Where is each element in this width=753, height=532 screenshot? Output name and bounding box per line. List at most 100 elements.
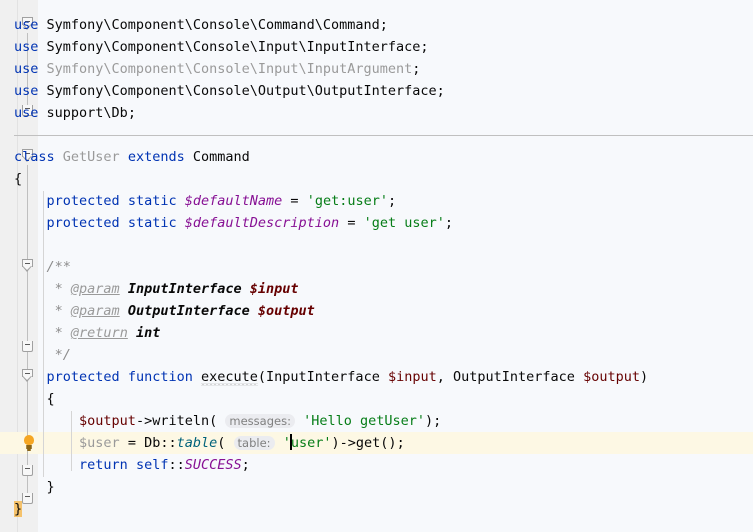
chain-arrow-operator: ->	[339, 435, 356, 451]
property-name: $defaultDescription	[184, 215, 340, 231]
param-variable: $output	[583, 369, 640, 385]
statement-terminator: ;	[387, 193, 397, 209]
code-line-docblock-param-input[interactable]: * @param InputInterface $input	[0, 278, 753, 300]
docblock-star: *	[54, 325, 63, 341]
paren-close: )	[425, 413, 434, 429]
assign-operator: =	[347, 215, 356, 231]
brace-close: }	[46, 479, 55, 495]
modifier-static: static	[127, 215, 177, 231]
paren-open: (	[257, 369, 267, 385]
paren-open: (	[217, 435, 226, 451]
docblock-variable: $output	[257, 303, 315, 319]
scope-resolution-operator: ::	[168, 457, 185, 473]
brace-close-highlighted: }	[14, 501, 23, 517]
arrow-operator: ->	[135, 413, 153, 429]
code-line-property-default-name[interactable]: protected static $defaultName = 'get:use…	[0, 190, 753, 212]
code-line-class-brace-open[interactable]: {	[0, 168, 753, 190]
keyword-class: class	[14, 149, 55, 165]
docblock-tag: @param	[70, 281, 120, 297]
code-line-method-signature[interactable]: protected function execute(InputInterfac…	[0, 366, 753, 388]
statement-terminator: ;	[127, 105, 136, 121]
statement-terminator: ;	[379, 17, 388, 33]
import-path-unused: Symfony\Component\Console\Input\InputArg…	[46, 61, 413, 77]
docblock-star: *	[54, 303, 63, 319]
statement-terminator: ;	[396, 435, 405, 451]
code-line-method-brace-close[interactable]: }	[0, 476, 753, 498]
param-type: InputInterface	[266, 369, 380, 385]
chained-method-call: get	[355, 435, 381, 451]
code-editor[interactable]: use Symfony\Component\Console\Command\Co…	[0, 0, 753, 532]
property-value: 'get user'	[363, 215, 445, 231]
code-line-import-5[interactable]: use support\Db;	[0, 102, 753, 124]
method-name: execute	[200, 369, 258, 385]
assignee-variable-unused: $user	[79, 435, 120, 451]
statement-terminator: ;	[241, 457, 250, 473]
docblock-star: *	[54, 281, 63, 297]
property-value: 'get:user'	[306, 193, 388, 209]
parent-class-name: Command	[192, 149, 250, 165]
modifier-protected: protected	[46, 193, 120, 209]
docblock-type: InputInterface	[127, 281, 242, 297]
code-line-docblock-return[interactable]: * @return int	[0, 322, 753, 344]
keyword-use: use	[14, 105, 39, 121]
constant-success: SUCCESS	[184, 457, 242, 473]
keyword-extends: extends	[127, 149, 185, 165]
docblock-close: */	[54, 347, 71, 363]
receiver-variable: $output	[79, 413, 136, 429]
import-path: Symfony\Component\Console\Input\InputInt…	[46, 39, 421, 55]
param-type: OutputInterface	[453, 369, 575, 385]
modifier-static: static	[127, 193, 177, 209]
import-block-separator	[14, 135, 753, 136]
assign-operator: =	[290, 193, 299, 209]
chain-parens: ()	[380, 435, 397, 451]
brace-open: {	[46, 391, 55, 407]
keyword-return: return	[79, 457, 128, 473]
code-line-import-3-unused[interactable]: use Symfony\Component\Console\Input\Inpu…	[0, 58, 753, 80]
code-line-import-4[interactable]: use Symfony\Component\Console\Output\Out…	[0, 80, 753, 102]
code-line-class-declaration[interactable]: class GetUser extends Command	[0, 146, 753, 168]
statement-terminator: ;	[436, 83, 445, 99]
import-path: support\Db	[46, 105, 128, 121]
scope-self: self	[135, 457, 169, 473]
code-line-property-default-description[interactable]: protected static $defaultDescription = '…	[0, 212, 753, 234]
docblock-tag: @param	[70, 303, 120, 319]
brace-open: {	[14, 171, 23, 187]
inlay-parameter-hint[interactable]: table:	[233, 436, 275, 450]
code-line-method-brace-open[interactable]: {	[0, 388, 753, 410]
keyword-use: use	[14, 39, 39, 55]
statement-terminator: ;	[444, 215, 454, 231]
assign-operator: =	[127, 435, 136, 451]
code-line-import-2[interactable]: use Symfony\Component\Console\Input\Inpu…	[0, 36, 753, 58]
paren-close: )	[331, 435, 340, 451]
property-name: $defaultName	[184, 193, 283, 209]
scope-resolution-operator: ::	[160, 435, 177, 451]
code-line-db-table-call[interactable]: $user = Db::table( table: 'user')->get()…	[0, 432, 753, 454]
code-line-docblock-open[interactable]: /**	[0, 256, 753, 278]
modifier-protected: protected	[46, 369, 120, 385]
code-line-docblock-param-output[interactable]: * @param OutputInterface $output	[0, 300, 753, 322]
code-line-writeln-call[interactable]: $output->writeln( messages: 'Hello getUs…	[0, 410, 753, 432]
keyword-function: function	[127, 369, 193, 385]
string-quote-close: '	[323, 435, 332, 451]
static-method-call: table	[176, 435, 218, 451]
paren-open: (	[209, 413, 218, 429]
docblock-type: int	[135, 325, 161, 341]
keyword-use: use	[14, 17, 39, 33]
docblock-variable: $input	[249, 281, 299, 297]
class-reference: Db	[144, 435, 161, 451]
statement-terminator: ;	[412, 61, 421, 77]
statement-terminator: ;	[433, 413, 442, 429]
modifier-protected: protected	[46, 215, 120, 231]
docblock-type: OutputInterface	[127, 303, 250, 319]
method-call: writeln	[152, 413, 210, 429]
code-line-return-statement[interactable]: return self::SUCCESS;	[0, 454, 753, 476]
docblock-tag: @return	[70, 325, 128, 341]
import-path: Symfony\Component\Console\Output\OutputI…	[46, 83, 437, 99]
code-line-docblock-close[interactable]: */	[0, 344, 753, 366]
inlay-parameter-hint[interactable]: messages:	[225, 414, 295, 428]
docblock-open: /**	[46, 259, 71, 275]
code-line-class-brace-close[interactable]: }	[0, 498, 753, 520]
paren-close: )	[639, 369, 649, 385]
code-line-import-1[interactable]: use Symfony\Component\Console\Command\Co…	[0, 14, 753, 36]
keyword-use: use	[14, 83, 39, 99]
